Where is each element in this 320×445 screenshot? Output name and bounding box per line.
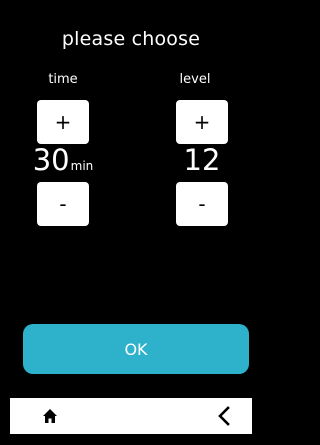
screen: please choose time + 30min - level + 12 …: [0, 0, 262, 445]
chevron-left-icon[interactable]: [206, 398, 242, 434]
time-value: 30: [32, 143, 70, 177]
bottom-nav-bar: [10, 398, 252, 434]
ok-button[interactable]: OK: [23, 324, 249, 374]
level-label: level: [179, 72, 211, 87]
level-decrease-button[interactable]: -: [176, 182, 228, 226]
time-unit: min: [70, 159, 94, 173]
level-increase-button[interactable]: +: [176, 100, 228, 144]
time-label: time: [48, 72, 78, 87]
time-value-display: 30min: [23, 146, 103, 175]
page-title: please choose: [61, 28, 201, 50]
time-decrease-button[interactable]: -: [37, 182, 89, 226]
level-value: 12: [183, 143, 221, 177]
home-icon[interactable]: [32, 398, 68, 434]
time-increase-button[interactable]: +: [37, 100, 89, 144]
